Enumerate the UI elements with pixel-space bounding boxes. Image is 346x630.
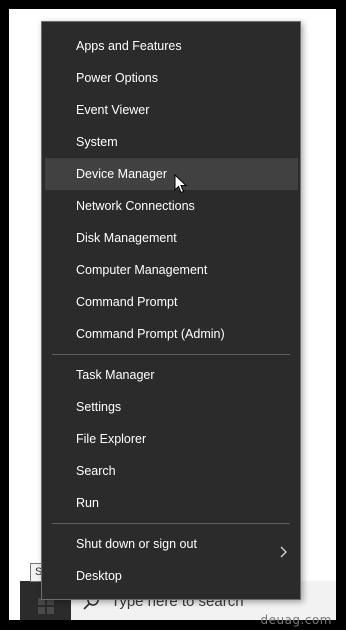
menu-item-power-options[interactable]: Power Options (45, 62, 298, 94)
mouse-pointer-icon (174, 173, 188, 194)
menu-item-search[interactable]: Search (45, 455, 298, 487)
menu-item-command-prompt[interactable]: Command Prompt (45, 286, 298, 318)
menu-item-device-manager[interactable]: Device Manager (45, 158, 298, 190)
menu-item-file-explorer[interactable]: File Explorer (45, 423, 298, 455)
menu-item-task-manager[interactable]: Task Manager (45, 359, 298, 391)
menu-item-computer-management[interactable]: Computer Management (45, 254, 298, 286)
menu-item-desktop[interactable]: Desktop (45, 560, 298, 592)
menu-separator (52, 523, 290, 524)
menu-item-network-connections[interactable]: Network Connections (45, 190, 298, 222)
winx-context-menu: Apps and Features Power Options Event Vi… (41, 21, 301, 600)
menu-item-settings[interactable]: Settings (45, 391, 298, 423)
chevron-right-icon (278, 538, 288, 558)
menu-item-command-prompt-admin[interactable]: Command Prompt (Admin) (45, 318, 298, 350)
menu-separator (52, 354, 290, 355)
windows-logo-icon[interactable] (38, 598, 54, 614)
menu-item-apps-and-features[interactable]: Apps and Features (45, 30, 298, 62)
watermark: deuag.com (260, 613, 332, 627)
menu-item-system[interactable]: System (45, 126, 298, 158)
menu-item-label: Shut down or sign out (76, 537, 197, 551)
menu-item-run[interactable]: Run (45, 487, 298, 519)
menu-item-shut-down-or-sign-out[interactable]: Shut down or sign out (45, 528, 298, 560)
menu-item-disk-management[interactable]: Disk Management (45, 222, 298, 254)
menu-item-event-viewer[interactable]: Event Viewer (45, 94, 298, 126)
